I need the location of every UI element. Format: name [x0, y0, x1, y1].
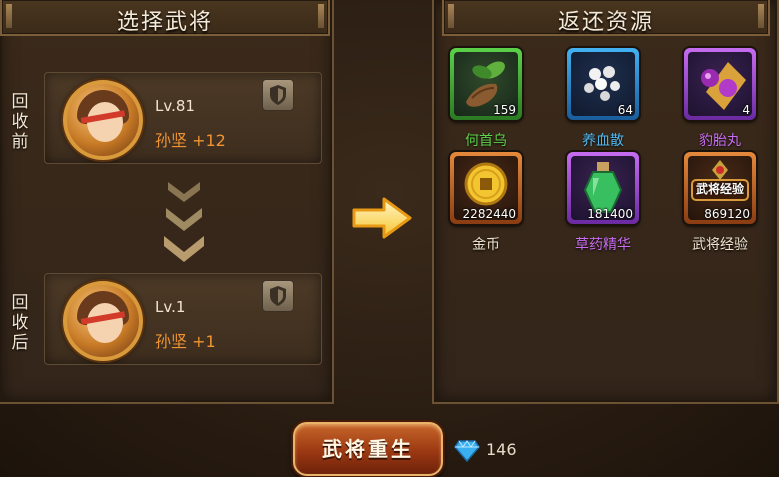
- item-quantity: 869120: [704, 207, 750, 221]
- shield-icon: [262, 79, 294, 111]
- select-hero-header: 选择武将: [0, 0, 330, 36]
- hero-name: 孙坚 +12: [155, 131, 226, 150]
- hero-name: 孙坚 +1: [155, 332, 216, 351]
- arrow-right-icon: [352, 197, 412, 239]
- exp-badge-text: 武将经验: [695, 182, 744, 196]
- shield-icon: [262, 280, 294, 312]
- item-name: 豹胎丸: [699, 133, 741, 149]
- hero-level: Lv.1: [155, 298, 186, 316]
- header-cap-right: [758, 4, 764, 28]
- header-cap-right: [318, 4, 324, 28]
- return-resources-header: 返还资源: [442, 0, 770, 36]
- item-quantity: 159: [493, 103, 516, 117]
- after-recycle-label: 回 收 后: [11, 293, 29, 353]
- item-yangxuesan[interactable]: 64: [567, 48, 639, 120]
- select-hero-title: 选择武将: [116, 10, 213, 35]
- item-name: 武将经验: [692, 237, 748, 253]
- hero-portrait: [63, 281, 143, 361]
- before-recycle-label: 回 收 前: [11, 92, 29, 152]
- item-heshouwu[interactable]: 159: [450, 48, 522, 120]
- hero-card-before[interactable]: Lv.81 孙坚 +12: [44, 72, 322, 164]
- chevron-down-icon: [164, 182, 204, 262]
- item-baotaiwan[interactable]: 4: [684, 48, 756, 120]
- diamond-count: 146: [486, 440, 517, 459]
- item-quantity: 2282440: [462, 207, 516, 221]
- select-hero-panel: 选择武将 回 收 前 Lv.81 孙坚 +12 回 收 后 Lv.1 孙坚 +1: [0, 0, 334, 404]
- item-hero-exp[interactable]: 武将经验 869120: [684, 152, 756, 224]
- item-name: 草药精华: [575, 237, 631, 253]
- item-name: 养血散: [582, 133, 624, 149]
- return-resources-title: 返还资源: [557, 10, 654, 35]
- hero-card-after: Lv.1 孙坚 +1: [44, 273, 322, 365]
- item-herb-essence[interactable]: 181400: [567, 152, 639, 224]
- diamond-icon: [454, 440, 480, 463]
- item-quantity: 4: [742, 103, 750, 117]
- item-name: 何首乌: [465, 133, 507, 149]
- item-quantity: 64: [617, 103, 633, 117]
- item-name: 金币: [472, 237, 500, 253]
- hero-portrait: [63, 80, 143, 160]
- hero-rebirth-button[interactable]: 武将重生: [293, 422, 443, 476]
- item-gold[interactable]: 2282440: [450, 152, 522, 224]
- return-resources-panel: 返还资源 159 何首乌 64 养血散 4 豹胎丸 2282440 金币 181…: [432, 0, 779, 404]
- hero-level: Lv.81: [155, 97, 195, 115]
- item-quantity: 181400: [587, 207, 633, 221]
